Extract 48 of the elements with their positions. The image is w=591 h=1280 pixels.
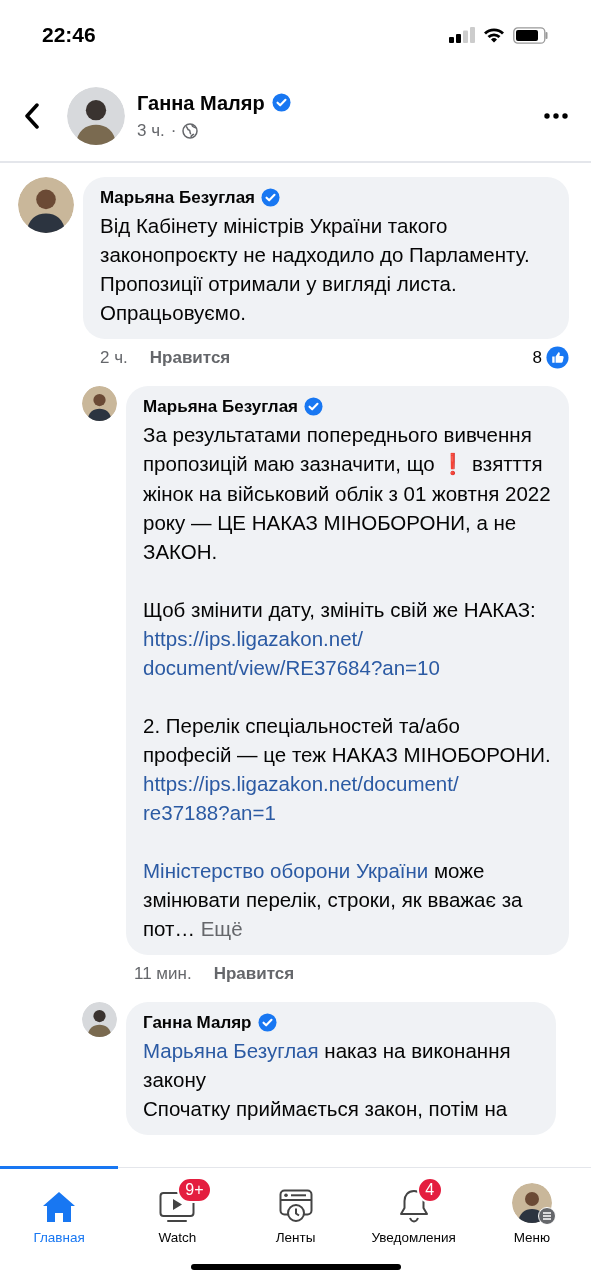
avatar[interactable]	[82, 386, 117, 421]
see-more-link[interactable]: Ещё	[200, 916, 243, 940]
comment-text: Міністерство оборони України може змінювати перелік, строки, як вважає за пот… Ещё	[143, 857, 524, 942]
comment-text: 2. Перелік спеціальностей та/або професій — це теж НАКАЗ МІНОБОРОНИ.	[143, 712, 552, 768]
tab[interactable]: 4 Уведомления	[354, 1166, 473, 1254]
author-name[interactable]: Ганна Маляр	[143, 1010, 252, 1036]
tab[interactable]: 9+ Watch	[118, 1166, 237, 1254]
tab[interactable]: Меню	[472, 1166, 591, 1254]
back-icon	[24, 102, 40, 129]
notification-badge: 4	[416, 1176, 443, 1203]
comment-text: Від Кабінету міністрів України такого законопроєкту не надходило до Парламенту. Пропозиції отримали у вигляді листа. Опрацьовуємо.	[100, 212, 531, 326]
thumbs-up-icon	[546, 345, 569, 369]
globe-icon	[182, 122, 199, 139]
author-name[interactable]: Марьяна Безуглая	[143, 394, 298, 420]
text-link[interactable]: Міністерство оборони України	[143, 858, 429, 882]
tab[interactable]: Главная	[0, 1166, 119, 1254]
comment-time: 11 мин.	[134, 962, 192, 985]
wifi-icon	[483, 27, 505, 43]
comment-text: Спочатку приймається закон, потім на	[143, 1095, 509, 1122]
comment-text: Марьяна Безуглая наказ на виконання закону	[143, 1037, 512, 1093]
avatar[interactable]	[67, 86, 125, 145]
post-time: 3 ч.	[137, 119, 165, 142]
comment-time: 2 ч.	[100, 346, 128, 369]
notification-badge: 9+	[177, 1176, 212, 1203]
author-name[interactable]: Марьяна Безуглая	[100, 185, 255, 211]
battery-icon	[513, 26, 549, 44]
separator-dot: ·	[170, 119, 177, 142]
text-link[interactable]: document/view/RE37684?an=10	[143, 655, 440, 679]
text-link[interactable]: re37188?an=1	[143, 800, 276, 824]
status-time: 22:46	[42, 22, 96, 49]
more-icon	[544, 112, 568, 119]
tab[interactable]: Ленты	[236, 1166, 355, 1254]
text-link[interactable]: https://ips.ligazakon.net/document/	[143, 771, 459, 795]
avatar[interactable]	[18, 177, 74, 233]
menu-icon	[537, 1206, 556, 1225]
home-icon	[42, 1190, 77, 1223]
avatar[interactable]	[82, 1002, 117, 1037]
feeds-icon	[278, 1188, 313, 1223]
like-button[interactable]: Нравится	[149, 344, 231, 370]
comment-text: За результатами попереднього вивчення пропозицій маю зазначити, що ❗ взятття жінок на військовий облік з 01 жовтня 2022 року — ЦЕ НАКАЗ МІНОБОРОНИ, а не ЗАКОН.	[143, 421, 552, 565]
comment-text: Щоб змінити дату, змініть свій же НАКАЗ: https://ips.ligazakon.net/ document/view/RE37684?an=10	[143, 596, 537, 681]
exclamation-emoji: ❗	[440, 451, 467, 476]
post-author[interactable]: Ганна Маляр	[137, 87, 265, 118]
like-button[interactable]: Нравится	[213, 960, 295, 986]
reaction-count: 8	[532, 346, 542, 369]
text-link[interactable]: Марьяна Безуглая	[143, 1038, 319, 1062]
signal-icon	[449, 27, 475, 43]
text-link[interactable]: https://ips.ligazakon.net/	[143, 626, 363, 650]
